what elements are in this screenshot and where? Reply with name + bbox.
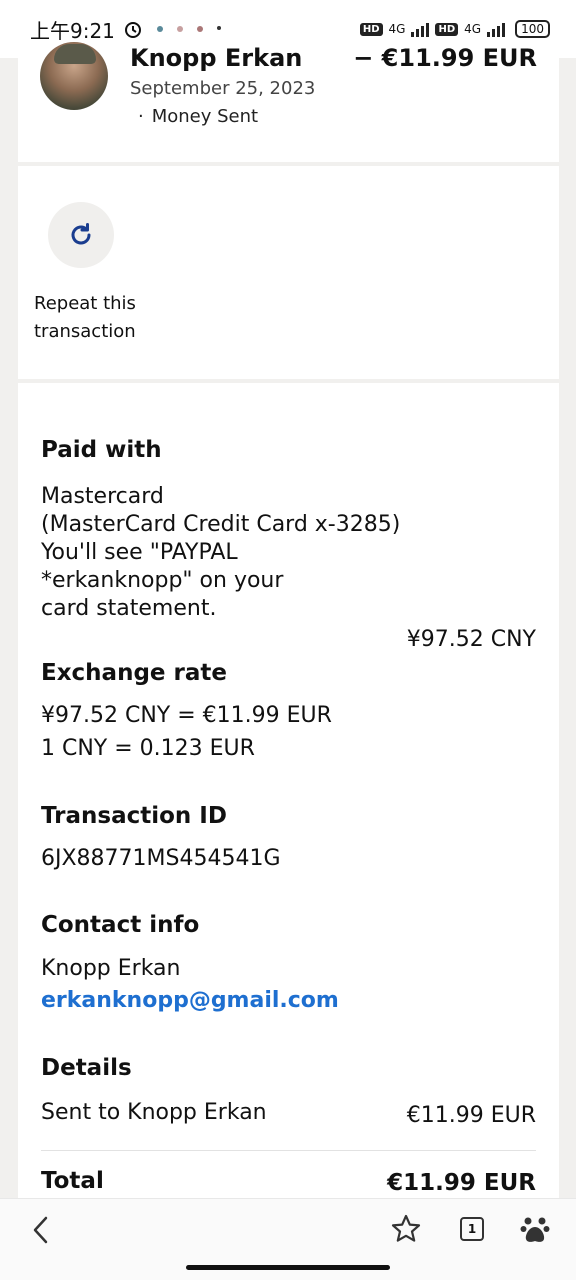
- transaction-id: 6JX88771MS454541G: [41, 846, 281, 871]
- signal-icon: [411, 21, 430, 37]
- contact-info-heading: Contact info: [41, 912, 200, 938]
- notification-icons: [156, 26, 221, 32]
- contact-email-link[interactable]: erkanknopp@gmail.com: [41, 988, 339, 1013]
- tabs-button[interactable]: 1: [460, 1217, 484, 1241]
- sent-amount: €11.99 EUR: [406, 1103, 536, 1128]
- divider: [41, 1150, 536, 1151]
- chevron-left-icon[interactable]: [28, 1215, 54, 1245]
- transaction-header-card: Knopp Erkan September 25, 2023 · Money Se…: [18, 42, 559, 162]
- repeat-transaction-button[interactable]: [48, 202, 114, 268]
- notification-icon: [176, 26, 183, 32]
- payment-method-line: (MasterCard Credit Card x-3285): [41, 512, 401, 537]
- hd-icon: HD: [359, 22, 383, 36]
- hd-icon: HD: [435, 22, 459, 36]
- transaction-id-heading: Transaction ID: [41, 803, 227, 829]
- payment-method-line: Mastercard: [41, 484, 164, 509]
- recipient-name: Knopp Erkan: [130, 44, 303, 72]
- signal-icon: [487, 21, 506, 37]
- repeat-transaction-label[interactable]: Repeat this transaction: [34, 290, 174, 346]
- payment-method-line: *erkanknopp" on your: [41, 568, 284, 593]
- browser-bottom-bar: 1: [0, 1198, 576, 1280]
- refresh-icon: [71, 223, 91, 245]
- payment-method: Mastercard (MasterCard Credit Card x-328…: [41, 483, 400, 623]
- network-label: 4G: [464, 22, 482, 36]
- transaction-amount: − €11.99 EUR: [353, 44, 537, 72]
- baidu-paw-icon[interactable]: [520, 1213, 550, 1245]
- total-amount: €11.99 EUR: [387, 1170, 536, 1196]
- transaction-details-card: Paid with Mastercard (MasterCard Credit …: [18, 383, 559, 1203]
- alarm-icon: [124, 22, 141, 38]
- details-heading: Details: [41, 1055, 132, 1081]
- paid-with-heading: Paid with: [41, 437, 162, 463]
- payment-method-line: card statement.: [41, 596, 217, 621]
- star-icon[interactable]: [390, 1213, 422, 1245]
- bullet: ·: [138, 106, 144, 127]
- battery-icon: 100: [515, 20, 550, 38]
- more-notifications-icon: [216, 26, 221, 30]
- exchange-rate-heading: Exchange rate: [41, 660, 227, 686]
- transaction-type: · Money Sent: [138, 106, 258, 127]
- home-indicator: [186, 1265, 390, 1270]
- exchange-rate-line: ¥97.52 CNY = €11.99 EUR: [41, 703, 332, 728]
- clock-time: 上午9:21: [30, 18, 115, 43]
- total-label: Total: [41, 1168, 104, 1194]
- transaction-date: September 25, 2023: [130, 78, 316, 99]
- exchange-rate-line: 1 CNY = 0.123 EUR: [41, 736, 255, 761]
- network-label: 4G: [388, 22, 406, 36]
- avatar: [40, 42, 108, 110]
- repeat-card: Repeat this transaction: [18, 166, 559, 379]
- sent-to-label: Sent to Knopp Erkan: [41, 1100, 267, 1125]
- paid-amount: ¥97.52 CNY: [406, 627, 536, 652]
- notification-icon: [196, 26, 203, 32]
- notification-icon: [156, 26, 163, 32]
- transaction-type-label: Money Sent: [151, 106, 259, 127]
- payment-method-line: You'll see "PAYPAL: [41, 540, 238, 565]
- contact-name: Knopp Erkan: [41, 956, 181, 981]
